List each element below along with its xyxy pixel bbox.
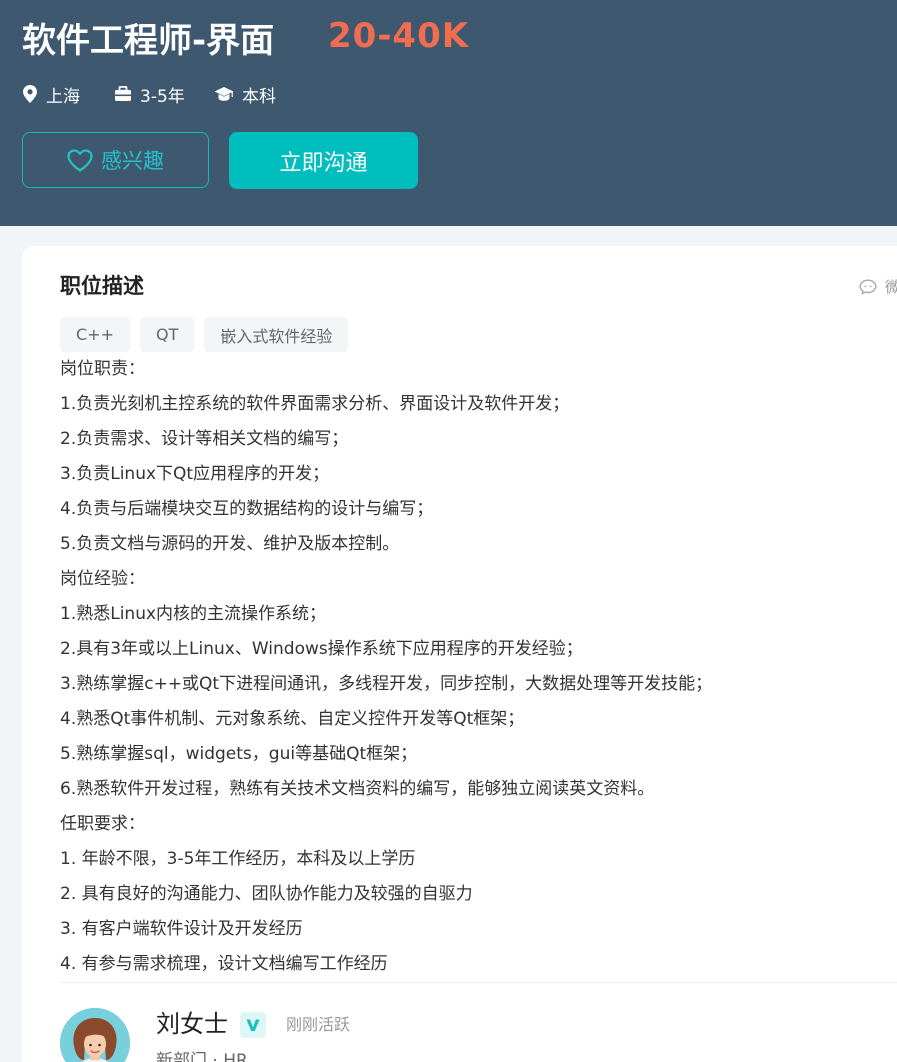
job-title: 软件工程师-界面 bbox=[22, 21, 275, 61]
graduation-cap-icon bbox=[214, 87, 234, 101]
description-line: 5.熟练掌握sql，widgets，gui等基础Qt框架； bbox=[60, 744, 418, 764]
description-line: 2.负责需求、设计等相关文档的编写； bbox=[60, 429, 349, 449]
wechat-share[interactable]: 微 bbox=[859, 276, 897, 297]
job-experience: 3-5年 bbox=[114, 82, 185, 107]
description-line: 任职要求： bbox=[60, 814, 145, 834]
job-description-text: 岗位职责： 1.负责光刻机主控系统的软件界面需求分析、界面设计及软件开发； 2.… bbox=[60, 352, 880, 982]
recruiter-avatar[interactable] bbox=[60, 1008, 130, 1062]
description-line: 1. 年龄不限，3-5年工作经历，本科及以上学历 bbox=[60, 849, 416, 869]
recruiter-name: 刘女士 bbox=[156, 1010, 228, 1038]
job-header-banner: 软件工程师-界面 20-40K 上海 3-5年 本科 感兴趣 立即沟通 bbox=[0, 0, 897, 226]
description-line: 3.熟练掌握c++或Qt下进程间通讯，多线程开发，同步控制，大数据处理等开发技能… bbox=[60, 674, 713, 694]
description-line: 4.负责与后端模块交互的数据结构的设计与编写； bbox=[60, 499, 434, 519]
description-line: 6.熟悉软件开发过程，熟练有关技术文档资料的编写，能够独立阅读英文资料。 bbox=[60, 779, 655, 799]
job-degree-label: 本科 bbox=[242, 86, 276, 107]
description-line: 2.具有3年或以上Linux、Windows操作系统下应用程序的开发经验； bbox=[60, 639, 583, 659]
skill-tag: 嵌入式软件经验 bbox=[204, 317, 349, 352]
job-city: 上海 bbox=[22, 82, 80, 107]
job-degree: 本科 bbox=[214, 82, 276, 107]
description-line: 岗位职责： bbox=[60, 359, 145, 379]
salary: 20-40K bbox=[328, 16, 470, 56]
job-experience-label: 3-5年 bbox=[140, 86, 185, 107]
skill-tag: C++ bbox=[60, 317, 130, 352]
recruiter-title: 新部门 · HR bbox=[156, 1051, 248, 1062]
skill-tag: QT bbox=[139, 317, 195, 352]
description-line: 岗位经验： bbox=[60, 569, 145, 589]
divider bbox=[60, 982, 897, 983]
description-line: 3. 有客户端软件设计及开发经历 bbox=[60, 919, 303, 939]
interested-button-label: 感兴趣 bbox=[101, 149, 164, 173]
description-line: 5.负责文档与源码的开发、维护及版本控制。 bbox=[60, 534, 400, 554]
description-line: 1.负责光刻机主控系统的软件界面需求分析、界面设计及软件开发； bbox=[60, 394, 570, 414]
recruiter-active-status: 刚刚活跃 bbox=[286, 1015, 351, 1034]
section-title: 职位描述 bbox=[60, 274, 144, 298]
location-icon bbox=[23, 85, 37, 103]
description-line: 2. 具有良好的沟通能力、团队协作能力及较强的自驱力 bbox=[60, 884, 473, 904]
chat-now-button[interactable]: 立即沟通 bbox=[229, 132, 418, 189]
description-line: 1.熟悉Linux内核的主流操作系统； bbox=[60, 604, 327, 624]
job-city-label: 上海 bbox=[46, 86, 80, 107]
description-line: 4.熟悉Qt事件机制、元对象系统、自定义控件开发等Qt框架； bbox=[60, 709, 525, 729]
description-line: 3.负责Linux下Qt应用程序的开发； bbox=[60, 464, 330, 484]
wechat-icon bbox=[859, 278, 877, 295]
interested-button[interactable]: 感兴趣 bbox=[22, 132, 209, 188]
briefcase-icon bbox=[115, 86, 131, 101]
heart-icon bbox=[67, 148, 93, 172]
verified-icon bbox=[240, 1012, 266, 1038]
description-line: 4. 有参与需求梳理，设计文档编写工作经历 bbox=[60, 954, 388, 974]
skill-tags: C++ QT 嵌入式软件经验 bbox=[60, 317, 358, 352]
job-description-card: 职位描述 微 C++ QT 嵌入式软件经验 岗位职责： 1.负责光刻机主控系统的… bbox=[22, 246, 897, 1062]
wechat-label: 微 bbox=[885, 278, 897, 296]
avatar-illustration bbox=[60, 1008, 130, 1062]
